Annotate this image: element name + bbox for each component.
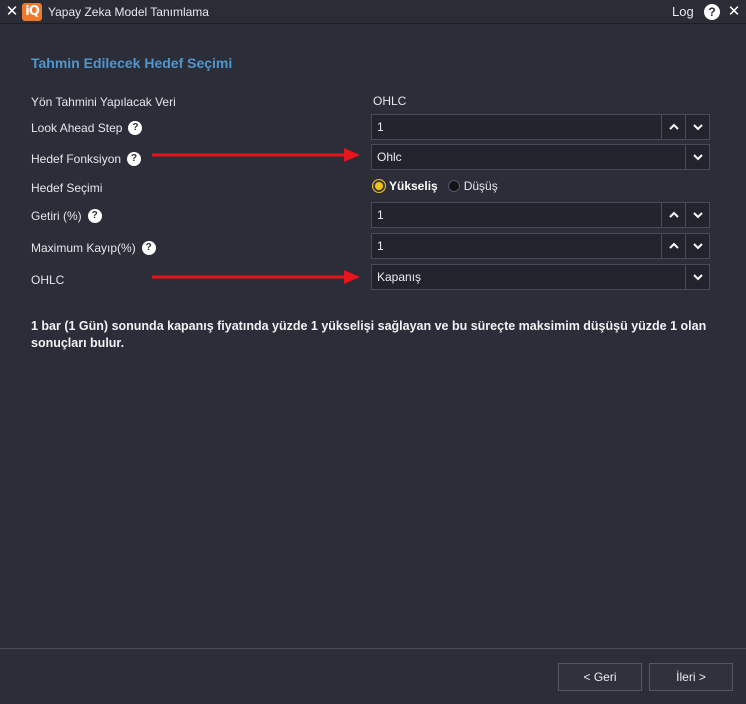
window-close-icon[interactable]: ✕ bbox=[726, 3, 742, 19]
hedef-fonksiyon-help-icon[interactable]: ? bbox=[127, 152, 142, 166]
annotation-arrow-hedef-fonksiyon bbox=[152, 148, 360, 162]
section-title: Tahmin Edilecek Hedef Seçimi bbox=[31, 55, 233, 71]
chevron-down-icon bbox=[692, 124, 703, 131]
look-ahead-label-text: Look Ahead Step bbox=[31, 121, 123, 135]
yukselis-radio-label[interactable]: Yükseliş bbox=[389, 179, 438, 193]
close-icon[interactable]: ✕ bbox=[4, 3, 20, 19]
help-icon[interactable]: ? bbox=[704, 4, 720, 20]
hedef-fonksiyon-label: Hedef Fonksiyon ? bbox=[31, 152, 142, 166]
annotation-arrow-ohlc bbox=[152, 270, 360, 284]
description-text: 1 bar (1 Gün) sonunda kapanış fiyatında … bbox=[31, 319, 707, 350]
next-button[interactable]: İleri > bbox=[649, 663, 733, 691]
max-kayip-increment[interactable] bbox=[661, 234, 685, 258]
title-bar: ✕ iQ Yapay Zeka Model Tanımlama Log ? ✕ bbox=[0, 0, 746, 24]
dusus-radio-label[interactable]: Düşüş bbox=[464, 179, 498, 193]
getiri-value[interactable]: 1 bbox=[377, 208, 384, 222]
yon-label: Yön Tahmini Yapılacak Veri bbox=[31, 95, 176, 109]
max-kayip-label-text: Maximum Kayıp(%) bbox=[31, 241, 136, 255]
max-kayip-value[interactable]: 1 bbox=[377, 239, 384, 253]
app-logo: iQ bbox=[22, 3, 42, 21]
look-ahead-value[interactable]: 1 bbox=[377, 120, 384, 134]
footer-divider bbox=[0, 648, 746, 649]
chevron-down-icon bbox=[692, 243, 703, 250]
getiri-help-icon[interactable]: ? bbox=[87, 209, 102, 223]
look-ahead-help-icon[interactable]: ? bbox=[128, 121, 143, 135]
hedef-fonksiyon-value[interactable]: Ohlc bbox=[377, 150, 402, 164]
chevron-down-icon bbox=[692, 154, 703, 161]
chevron-up-icon bbox=[668, 211, 679, 218]
getiri-label: Getiri (%) ? bbox=[31, 209, 102, 223]
hedef-secimi-label: Hedef Seçimi bbox=[31, 181, 102, 195]
ohlc-dropdown-button[interactable] bbox=[685, 265, 709, 289]
yon-label-text: Yön Tahmini Yapılacak Veri bbox=[31, 95, 176, 109]
max-kayip-stepper[interactable]: 1 bbox=[371, 233, 710, 259]
hedef-fonksiyon-label-text: Hedef Fonksiyon bbox=[31, 152, 122, 166]
hedef-fonksiyon-select[interactable]: Ohlc bbox=[371, 144, 710, 170]
ohlc-label-text: OHLC bbox=[31, 273, 65, 287]
back-button[interactable]: < Geri bbox=[558, 663, 642, 691]
yon-value: OHLC bbox=[373, 94, 407, 108]
yukselis-radio[interactable] bbox=[373, 180, 385, 192]
log-button[interactable]: Log bbox=[672, 4, 694, 19]
getiri-label-text: Getiri (%) bbox=[31, 209, 82, 223]
getiri-decrement[interactable] bbox=[685, 203, 709, 227]
dusus-radio[interactable] bbox=[447, 180, 460, 192]
look-ahead-stepper[interactable]: 1 bbox=[371, 114, 710, 140]
look-ahead-increment[interactable] bbox=[661, 115, 685, 139]
chevron-up-icon bbox=[668, 242, 679, 249]
ohlc-select[interactable]: Kapanış bbox=[371, 264, 710, 290]
hedef-fonksiyon-dropdown-button[interactable] bbox=[685, 145, 709, 169]
getiri-stepper[interactable]: 1 bbox=[371, 202, 710, 228]
max-kayip-decrement[interactable] bbox=[685, 234, 709, 258]
max-kayip-label: Maximum Kayıp(%) ? bbox=[31, 241, 156, 255]
chevron-up-icon bbox=[668, 123, 679, 130]
look-ahead-label: Look Ahead Step ? bbox=[31, 121, 143, 135]
look-ahead-decrement[interactable] bbox=[685, 115, 709, 139]
chevron-down-icon bbox=[692, 212, 703, 219]
hedef-secimi-radio-group: Yükseliş Düşüş bbox=[373, 179, 498, 193]
ohlc-label: OHLC bbox=[31, 273, 64, 287]
window-title: Yapay Zeka Model Tanımlama bbox=[48, 5, 209, 19]
getiri-increment[interactable] bbox=[661, 203, 685, 227]
ohlc-value[interactable]: Kapanış bbox=[377, 270, 421, 284]
chevron-down-icon bbox=[692, 274, 703, 281]
max-kayip-help-icon[interactable]: ? bbox=[141, 241, 156, 255]
hedef-secimi-label-text: Hedef Seçimi bbox=[31, 181, 103, 195]
